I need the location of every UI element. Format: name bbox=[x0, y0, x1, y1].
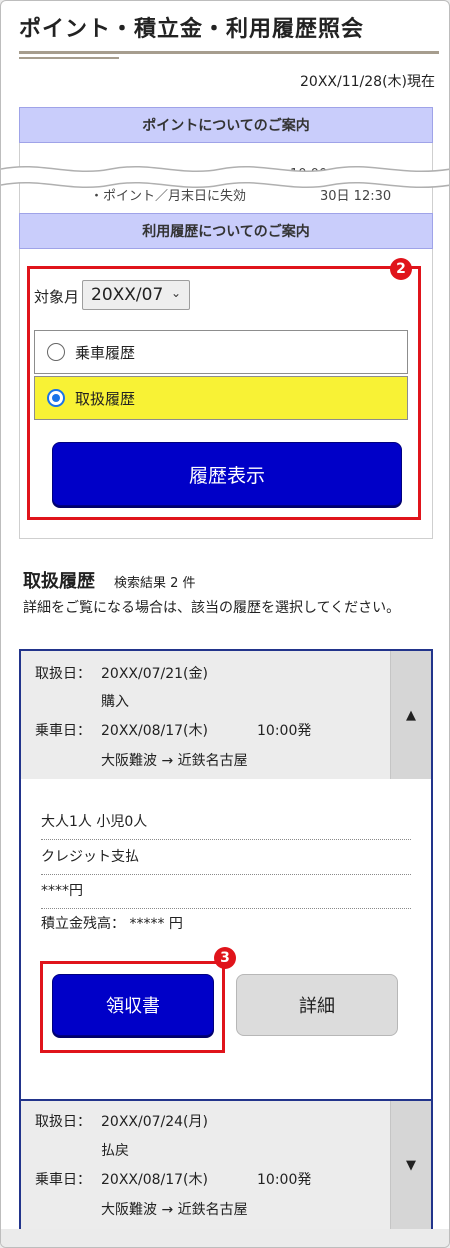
record-summary[interactable]: 取扱日： 20XX/07/21(金) 購入 乗車日： 20XX/08/17(木)… bbox=[21, 651, 392, 779]
month-select-value: 20XX/07 bbox=[91, 285, 164, 305]
radio-boarding-label: 乗車履歴 bbox=[75, 343, 136, 362]
handling-date: 20XX/07/24(月) bbox=[101, 1114, 208, 1130]
title-divider bbox=[19, 51, 439, 54]
triangle-up-icon[interactable]: ▲ bbox=[390, 651, 431, 779]
radio-checked-icon[interactable] bbox=[47, 389, 65, 407]
history-record[interactable]: 取扱日： 20XX/07/24(月) 払戻 乗車日： 20XX/08/17(木)… bbox=[19, 1099, 433, 1231]
radio-handling-history[interactable]: 取扱履歴 bbox=[34, 376, 408, 420]
detail-amount: ****円 bbox=[41, 880, 411, 909]
page-frame: ポイント・積立金・利用履歴照会 20XX/11/28(木)現在 ポイントについて… bbox=[0, 0, 450, 1248]
triangle-down-icon[interactable]: ▼ bbox=[390, 1101, 431, 1229]
chevron-down-icon: ⌄ bbox=[170, 286, 181, 300]
departure-time: 10:00発 bbox=[257, 723, 312, 739]
radio-unchecked-icon[interactable] bbox=[47, 343, 65, 361]
handling-date-label: 取扱日： bbox=[35, 1114, 91, 1130]
detail-button[interactable]: 詳細 bbox=[236, 974, 398, 1036]
transaction-type: 払戻 bbox=[101, 1143, 129, 1159]
results-heading: 取扱履歴 bbox=[23, 571, 95, 592]
boarding-date: 20XX/08/17(木) bbox=[101, 1172, 208, 1188]
radio-handling-label: 取扱履歴 bbox=[75, 389, 136, 408]
results-count: 検索結果 2 件 bbox=[114, 576, 196, 591]
history-info-heading[interactable]: 利用履歴についてのご案内 bbox=[19, 213, 433, 249]
callout-badge-2: 2 bbox=[390, 258, 412, 280]
transaction-type: 購入 bbox=[101, 694, 129, 710]
record-summary[interactable]: 取扱日： 20XX/07/24(月) 払戻 乗車日： 20XX/08/17(木)… bbox=[21, 1101, 392, 1229]
detail-payment: クレジット支払 bbox=[41, 846, 411, 875]
boarding-date: 20XX/08/17(木) bbox=[101, 723, 208, 739]
handling-date-label: 取扱日： bbox=[35, 666, 91, 682]
route: 大阪難波 → 近鉄名古屋 bbox=[101, 753, 248, 769]
page-title: ポイント・積立金・利用履歴照会 bbox=[19, 17, 365, 42]
radio-boarding-history[interactable]: 乗車履歴 bbox=[34, 330, 408, 374]
results-note: 詳細をご覧になる場合は、該当の履歴を選択してください。 bbox=[23, 600, 401, 616]
detail-balance: 積立金残高： ***** 円 bbox=[41, 916, 183, 932]
departure-time: 10:00発 bbox=[257, 1172, 312, 1188]
boarding-date-label: 乗車日： bbox=[35, 723, 91, 739]
bottom-page-strip bbox=[1, 1229, 449, 1247]
history-record[interactable]: 取扱日： 20XX/07/21(金) 購入 乗車日： 20XX/08/17(木)… bbox=[19, 649, 433, 781]
receipt-button[interactable]: 領収書 bbox=[52, 974, 214, 1036]
month-select[interactable]: 20XX/07 ⌄ bbox=[82, 280, 190, 310]
callout-badge-3: 3 bbox=[214, 947, 236, 969]
point-info-heading[interactable]: ポイントについてのご案内 bbox=[19, 107, 433, 143]
show-history-button[interactable]: 履歴表示 bbox=[52, 442, 402, 506]
handling-date: 20XX/07/21(金) bbox=[101, 666, 208, 682]
title-divider-accent bbox=[19, 57, 119, 59]
route: 大阪難波 → 近鉄名古屋 bbox=[101, 1202, 248, 1218]
torn-edge-cut bbox=[1, 165, 449, 189]
as-of-date: 20XX/11/28(木)現在 bbox=[300, 74, 435, 90]
boarding-date-label: 乗車日： bbox=[35, 1172, 91, 1188]
detail-passengers: 大人1人 小児0人 bbox=[41, 811, 411, 840]
month-label: 対象月 bbox=[34, 288, 80, 306]
